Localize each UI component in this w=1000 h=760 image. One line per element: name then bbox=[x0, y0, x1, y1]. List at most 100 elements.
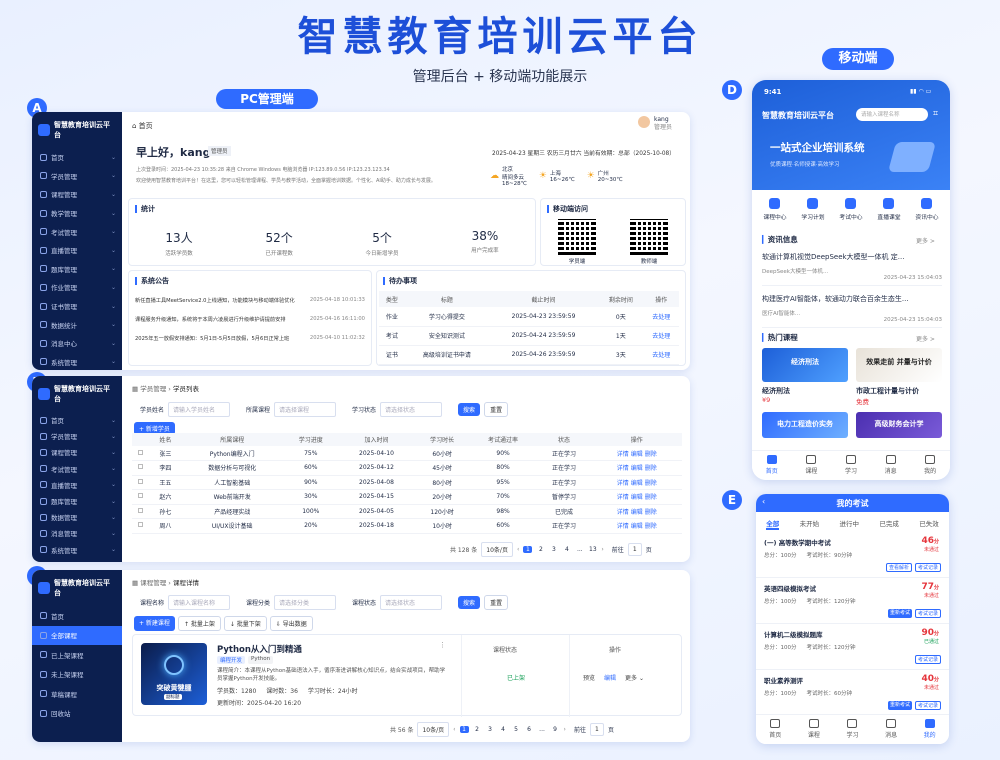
exam-item[interactable]: 职业素养测评 总分：100分 考试时长：60分钟 40分 未通过 重新考试 考试记录 bbox=[756, 670, 949, 716]
exam-tab-2[interactable]: 进行中 bbox=[839, 518, 859, 530]
page-number[interactable]: 4 bbox=[562, 546, 571, 553]
exam-action-button[interactable]: 查看解析 bbox=[885, 563, 912, 572]
row-action-1[interactable]: 编辑 bbox=[631, 494, 643, 501]
exam-item[interactable]: 英语四级模拟考试 总分：100分 考试时长：120分钟 77分 未通过 重新考试 考试记录 bbox=[756, 578, 949, 624]
exam-action-button[interactable]: 考试记录 bbox=[914, 563, 941, 572]
page-size-select[interactable]: 10条/页 bbox=[481, 542, 513, 557]
sidebar-item-1[interactable]: 学员管理 ⌄ bbox=[32, 428, 122, 444]
sidebar-item-1[interactable]: 全部课程 bbox=[32, 625, 122, 645]
next-page-icon[interactable]: › bbox=[564, 726, 566, 733]
quick-entry[interactable]: 考试中心 bbox=[839, 198, 863, 221]
row-checkbox[interactable] bbox=[138, 478, 144, 484]
exam-tab-1[interactable]: 未开始 bbox=[800, 518, 820, 530]
sidebar-item-5[interactable]: 题库管理 ⌄ bbox=[32, 493, 122, 509]
qr-code-icon[interactable] bbox=[558, 219, 596, 255]
sidebar-item-2[interactable]: 课程管理 ⌄ bbox=[32, 185, 122, 204]
user-info[interactable]: kang 管理员 bbox=[654, 116, 672, 132]
sidebar-item-8[interactable]: 证书管理 ⌄ bbox=[32, 297, 122, 316]
exam-action-button[interactable]: 考试记录 bbox=[914, 701, 941, 710]
exam-tab-0[interactable]: 全部 bbox=[766, 518, 780, 530]
course-cover[interactable]: 突破黄犍腫 副标题 bbox=[141, 643, 207, 705]
row-action-2[interactable]: 删除 bbox=[645, 465, 657, 472]
row-action-1[interactable]: 编辑 bbox=[631, 509, 643, 516]
sidebar-item-7[interactable]: 消息管理 ⌄ bbox=[32, 525, 122, 541]
row-action-0[interactable]: 详情 bbox=[617, 509, 629, 516]
page-number[interactable]: 9 bbox=[551, 726, 560, 733]
row-checkbox[interactable] bbox=[138, 507, 144, 513]
row-checkbox[interactable] bbox=[138, 449, 144, 455]
exam-tab-4[interactable]: 已失效 bbox=[919, 518, 939, 530]
hot-course-card[interactable]: 效果走前 并量与计价 市政工程计量与计价 免费 bbox=[856, 348, 942, 406]
goto-input[interactable]: 1 bbox=[627, 543, 642, 556]
qr-code-icon[interactable] bbox=[630, 219, 668, 255]
row-action-1[interactable]: 编辑 bbox=[631, 451, 643, 458]
exam-item[interactable]: 计算机二级模拟题库 总分：100分 考试时长：120分钟 90分 已通过 考试记录 bbox=[756, 624, 949, 670]
filter-input[interactable]: 请选择分类 bbox=[274, 595, 337, 610]
more-vertical-icon[interactable]: ⋮ bbox=[439, 641, 446, 649]
todo-action-link[interactable]: 去处理 bbox=[643, 326, 679, 345]
next-page-icon[interactable]: › bbox=[601, 546, 603, 553]
breadcrumb-1[interactable]: 课程管理 bbox=[140, 579, 166, 587]
mobile-search-input[interactable]: 请输入课程名称 bbox=[856, 108, 928, 121]
notice-item[interactable]: 新任直播工具MeetService2.0上线通知，功能模块与移动端体验优化 202… bbox=[129, 291, 371, 310]
row-action-1[interactable]: 编辑 bbox=[631, 465, 643, 472]
filter-input[interactable]: 请选择状态 bbox=[380, 402, 443, 417]
filter-input[interactable]: 请输入学员姓名 bbox=[168, 402, 231, 417]
prev-page-icon[interactable]: ‹ bbox=[517, 546, 519, 553]
course-action-button[interactable]: + 新建课程 bbox=[134, 616, 175, 631]
filter-input[interactable]: 请选择课程 bbox=[274, 402, 337, 417]
tab-1[interactable]: 课程 bbox=[808, 719, 820, 739]
course-title[interactable]: Python从入门到精通 bbox=[217, 643, 302, 655]
exam-tab-3[interactable]: 已完成 bbox=[879, 518, 899, 530]
tab-2[interactable]: 学习 bbox=[845, 455, 857, 475]
sidebar-item-4[interactable]: 考试管理 ⌄ bbox=[32, 222, 122, 241]
page-number[interactable]: 3 bbox=[486, 726, 495, 733]
row-action-1[interactable]: 编辑 bbox=[631, 480, 643, 487]
goto-input[interactable]: 1 bbox=[589, 723, 604, 736]
sidebar-item-5[interactable]: 回收站 bbox=[32, 704, 122, 724]
row-action-0[interactable]: 详情 bbox=[617, 480, 629, 487]
sidebar-item-0[interactable]: 首页 ⌄ bbox=[32, 412, 122, 428]
course-action-button[interactable]: ↓ 批量下架 bbox=[223, 616, 267, 631]
page-number[interactable]: 1 bbox=[459, 726, 469, 733]
course-op-2[interactable]: 更多 ⌄ bbox=[625, 673, 644, 682]
course-op-0[interactable]: 预览 bbox=[583, 673, 595, 682]
tab-2[interactable]: 学习 bbox=[846, 719, 858, 739]
row-action-2[interactable]: 删除 bbox=[645, 480, 657, 487]
sidebar-item-6[interactable]: 数据管理 ⌄ bbox=[32, 509, 122, 525]
row-action-0[interactable]: 详情 bbox=[617, 465, 629, 472]
breadcrumb-1[interactable]: 学员管理 bbox=[140, 385, 166, 393]
exam-action-button[interactable]: 重新考试 bbox=[887, 701, 912, 710]
avatar[interactable] bbox=[638, 116, 650, 128]
exam-action-button[interactable]: 重新考试 bbox=[887, 609, 912, 618]
course-op-1[interactable]: 编辑 bbox=[604, 673, 616, 682]
reset-button[interactable]: 重置 bbox=[484, 595, 509, 610]
sidebar-item-3[interactable]: 教学管理 ⌄ bbox=[32, 204, 122, 223]
search-button[interactable]: 搜索 bbox=[458, 403, 481, 416]
prev-page-icon[interactable]: ‹ bbox=[453, 726, 455, 733]
search-button[interactable]: 搜索 bbox=[458, 596, 481, 609]
sidebar-item-4[interactable]: 草稿课程 bbox=[32, 684, 122, 704]
sidebar-item-2[interactable]: 课程管理 ⌄ bbox=[32, 444, 122, 460]
tab-4[interactable]: 我的 bbox=[924, 719, 936, 739]
tab-4[interactable]: 我的 bbox=[924, 455, 936, 475]
sidebar-item-4[interactable]: 直播管理 ⌄ bbox=[32, 477, 122, 493]
sidebar-item-10[interactable]: 消息中心 ⌄ bbox=[32, 334, 122, 353]
page-number[interactable]: 4 bbox=[499, 726, 508, 733]
quick-entry[interactable]: 课程中心 bbox=[763, 198, 787, 221]
row-checkbox[interactable] bbox=[138, 464, 144, 470]
page-number[interactable]: 2 bbox=[536, 546, 545, 553]
tab-0[interactable]: 首页 bbox=[766, 455, 778, 475]
hot-course-card[interactable]: 经济刑法 经济刑法 ¥9 bbox=[762, 348, 848, 406]
sidebar-item-3[interactable]: 未上架课程 bbox=[32, 665, 122, 685]
row-action-0[interactable]: 详情 bbox=[617, 451, 629, 458]
row-checkbox[interactable] bbox=[138, 522, 144, 528]
page-number[interactable]: 3 bbox=[549, 546, 558, 553]
page-size-select[interactable]: 10条/页 bbox=[417, 722, 450, 737]
sidebar-item-9[interactable]: 数据统计 ⌄ bbox=[32, 315, 122, 334]
row-checkbox[interactable] bbox=[138, 493, 144, 499]
scan-icon[interactable]: ⌗ bbox=[933, 109, 938, 119]
sidebar-item-7[interactable]: 作业管理 ⌄ bbox=[32, 278, 122, 297]
sidebar-item-11[interactable]: 系统管理 ⌄ bbox=[32, 353, 122, 370]
tab-3[interactable]: 消息 bbox=[885, 719, 897, 739]
